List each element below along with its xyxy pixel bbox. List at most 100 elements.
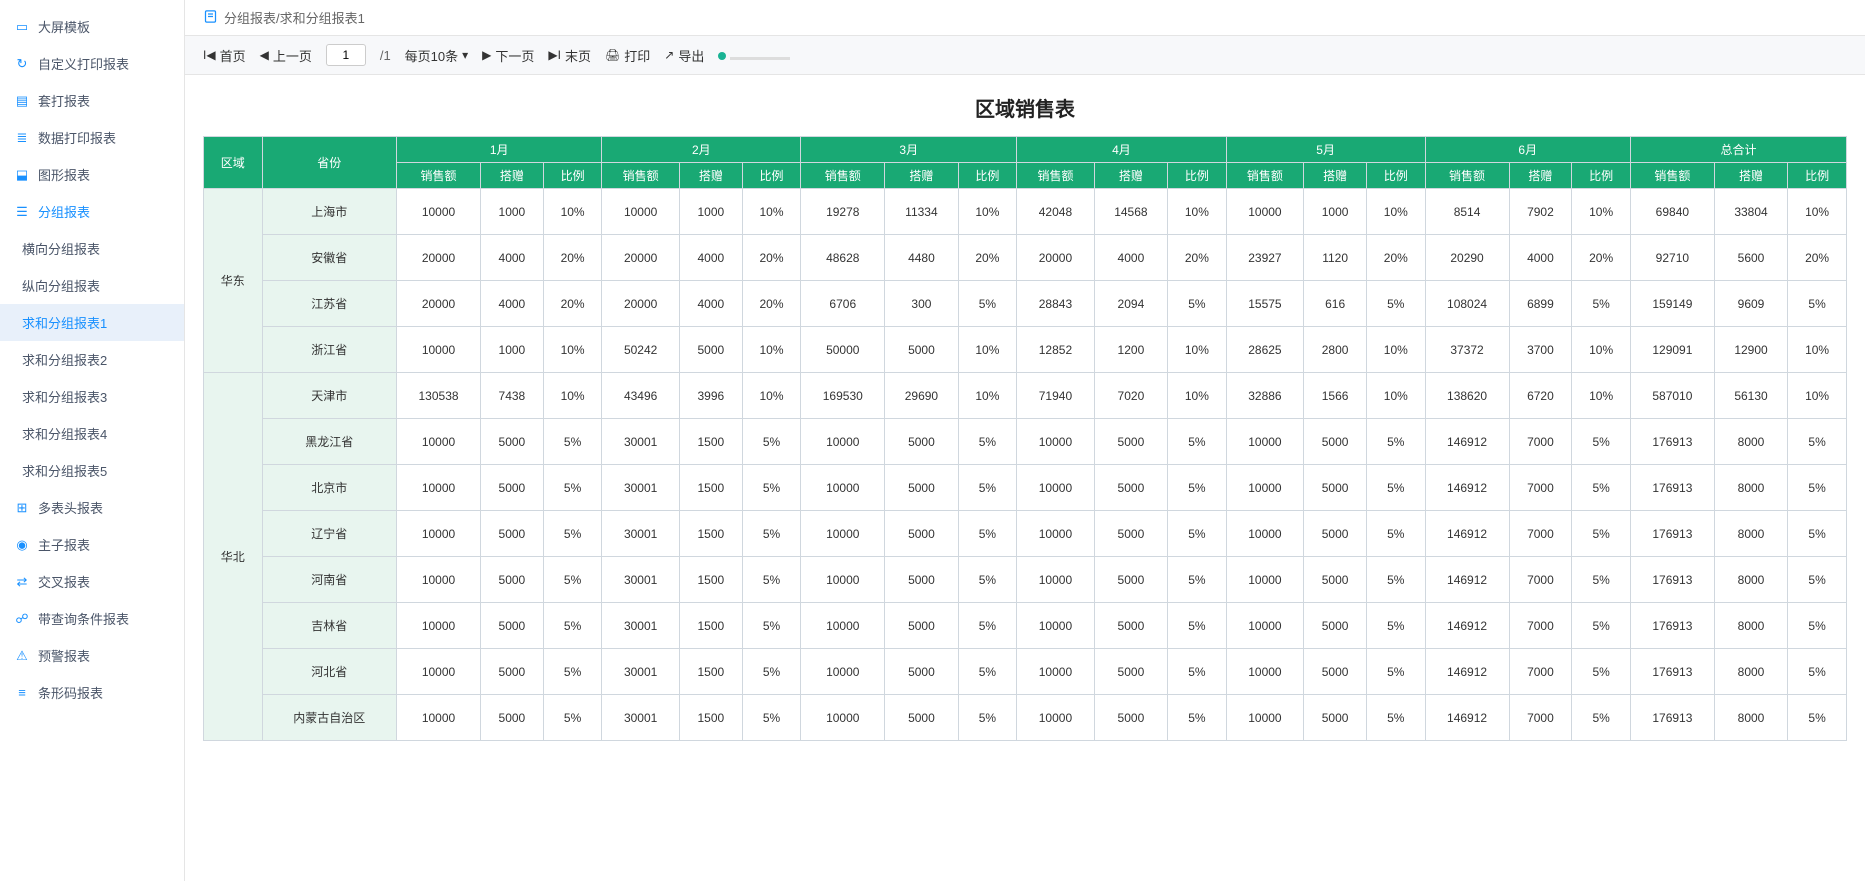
sidebar-sub-item-6[interactable]: 求和分组报表5 xyxy=(0,452,184,489)
data-cell: 10000 xyxy=(1017,557,1095,603)
sidebar-item-3[interactable]: ≣数据打印报表 xyxy=(0,119,184,156)
prev-page-button[interactable]: ◀上一页 xyxy=(260,46,312,65)
data-cell: 5000 xyxy=(885,695,958,741)
toolbar: I◀首页 ◀上一页 /1 每页10条▾ ▶下一页 ▶I末页 🖨打印 ↗导出 xyxy=(185,36,1865,75)
data-cell: 30001 xyxy=(602,557,680,603)
data-cell: 50000 xyxy=(801,327,885,373)
data-cell: 1500 xyxy=(679,511,742,557)
sidebar-item-label: 自定义打印报表 xyxy=(38,54,129,73)
data-cell: 7902 xyxy=(1509,189,1572,235)
data-cell: 10000 xyxy=(1017,465,1095,511)
data-cell: 7000 xyxy=(1509,603,1572,649)
zoom-slider[interactable] xyxy=(718,48,790,63)
data-cell: 5% xyxy=(1367,419,1426,465)
table-row: 北京市1000050005%3000115005%1000050005%1000… xyxy=(204,465,1847,511)
first-page-button[interactable]: I◀首页 xyxy=(203,46,246,65)
header-metric: 销售额 xyxy=(397,163,481,189)
data-cell: 69840 xyxy=(1630,189,1714,235)
data-cell: 10000 xyxy=(801,557,885,603)
data-cell: 9609 xyxy=(1714,281,1787,327)
header-metric: 搭赠 xyxy=(1094,163,1167,189)
header-metric: 比例 xyxy=(543,163,602,189)
layers-icon: ▤ xyxy=(14,93,30,109)
sidebar-sub-item-0[interactable]: 横向分组报表 xyxy=(0,230,184,267)
data-cell: 5% xyxy=(1168,465,1227,511)
sidebar-item-11[interactable]: ≡条形码报表 xyxy=(0,674,184,711)
doc-icon: ☰ xyxy=(14,204,30,220)
data-cell: 5% xyxy=(958,649,1017,695)
table-row: 河南省1000050005%3000115005%1000050005%1000… xyxy=(204,557,1847,603)
refresh-icon: ↻ xyxy=(14,56,30,72)
data-cell: 10000 xyxy=(397,557,481,603)
export-button[interactable]: ↗导出 xyxy=(664,46,704,65)
stack-icon: ≣ xyxy=(14,130,30,146)
data-cell: 7000 xyxy=(1509,419,1572,465)
header-month-2: 3月 xyxy=(801,137,1017,163)
print-button[interactable]: 🖨打印 xyxy=(605,46,650,65)
data-cell: 5000 xyxy=(885,419,958,465)
sidebar-item-2[interactable]: ▤套打报表 xyxy=(0,82,184,119)
sidebar-sub-item-3[interactable]: 求和分组报表2 xyxy=(0,341,184,378)
data-cell: 5% xyxy=(958,281,1017,327)
data-cell: 5% xyxy=(958,557,1017,603)
data-cell: 1000 xyxy=(480,327,543,373)
sidebar-sub-item-1[interactable]: 纵向分组报表 xyxy=(0,267,184,304)
data-cell: 10% xyxy=(1168,373,1227,419)
data-cell: 5% xyxy=(1788,281,1847,327)
sidebar-item-5[interactable]: ☰分组报表 xyxy=(0,193,184,230)
sidebar-item-9[interactable]: ☍带查询条件报表 xyxy=(0,600,184,637)
sidebar-item-10[interactable]: ⚠预警报表 xyxy=(0,637,184,674)
data-cell: 5% xyxy=(958,419,1017,465)
sidebar-sub-item-4[interactable]: 求和分组报表3 xyxy=(0,378,184,415)
header-month-1: 2月 xyxy=(602,137,801,163)
data-cell: 5000 xyxy=(480,649,543,695)
data-cell: 5% xyxy=(742,695,801,741)
data-cell: 6720 xyxy=(1509,373,1572,419)
sidebar-item-8[interactable]: ⇄交叉报表 xyxy=(0,563,184,600)
data-cell: 5000 xyxy=(480,557,543,603)
header-month-6: 总合计 xyxy=(1630,137,1846,163)
data-cell: 1120 xyxy=(1304,235,1367,281)
page-number-input[interactable] xyxy=(326,44,366,66)
sidebar-sub-item-2[interactable]: 求和分组报表1 xyxy=(0,304,184,341)
table-row: 浙江省10000100010%50242500010%50000500010%1… xyxy=(204,327,1847,373)
data-cell: 5000 xyxy=(1094,695,1167,741)
data-cell: 5000 xyxy=(679,327,742,373)
chart-icon: ⬓ xyxy=(14,167,30,183)
data-cell: 10000 xyxy=(397,511,481,557)
data-cell: 23927 xyxy=(1226,235,1304,281)
data-cell: 10% xyxy=(1367,189,1426,235)
sidebar-item-1[interactable]: ↻ 自定义打印报表 xyxy=(0,45,184,82)
data-cell: 5000 xyxy=(1094,419,1167,465)
data-cell: 10000 xyxy=(397,603,481,649)
data-cell: 5000 xyxy=(885,603,958,649)
data-cell: 5000 xyxy=(480,419,543,465)
data-cell: 1500 xyxy=(679,557,742,603)
last-page-button[interactable]: ▶I末页 xyxy=(548,46,591,65)
header-metric: 销售额 xyxy=(1425,163,1509,189)
table-row: 河北省1000050005%3000115005%1000050005%1000… xyxy=(204,649,1847,695)
province-cell: 辽宁省 xyxy=(262,511,397,557)
data-cell: 20% xyxy=(958,235,1017,281)
sidebar-item-0[interactable]: ▭大屏模板 xyxy=(0,8,184,45)
data-cell: 37372 xyxy=(1425,327,1509,373)
data-cell: 71940 xyxy=(1017,373,1095,419)
sidebar-sub-item-5[interactable]: 求和分组报表4 xyxy=(0,415,184,452)
data-cell: 10000 xyxy=(1017,511,1095,557)
data-cell: 12852 xyxy=(1017,327,1095,373)
data-cell: 10000 xyxy=(1226,465,1304,511)
data-cell: 10000 xyxy=(397,649,481,695)
data-cell: 4480 xyxy=(885,235,958,281)
data-cell: 10% xyxy=(1572,189,1631,235)
next-page-button[interactable]: ▶下一页 xyxy=(482,46,534,65)
sidebar-item-4[interactable]: ⬓图形报表 xyxy=(0,156,184,193)
page-size-dropdown[interactable]: 每页10条▾ xyxy=(405,46,469,65)
data-cell: 587010 xyxy=(1630,373,1714,419)
province-cell: 吉林省 xyxy=(262,603,397,649)
sidebar-item-7[interactable]: ◉主子报表 xyxy=(0,526,184,563)
data-cell: 8000 xyxy=(1714,695,1787,741)
data-cell: 176913 xyxy=(1630,465,1714,511)
sidebar-item-6[interactable]: ⊞多表头报表 xyxy=(0,489,184,526)
warn-icon: ⚠ xyxy=(14,648,30,664)
data-cell: 10% xyxy=(958,327,1017,373)
